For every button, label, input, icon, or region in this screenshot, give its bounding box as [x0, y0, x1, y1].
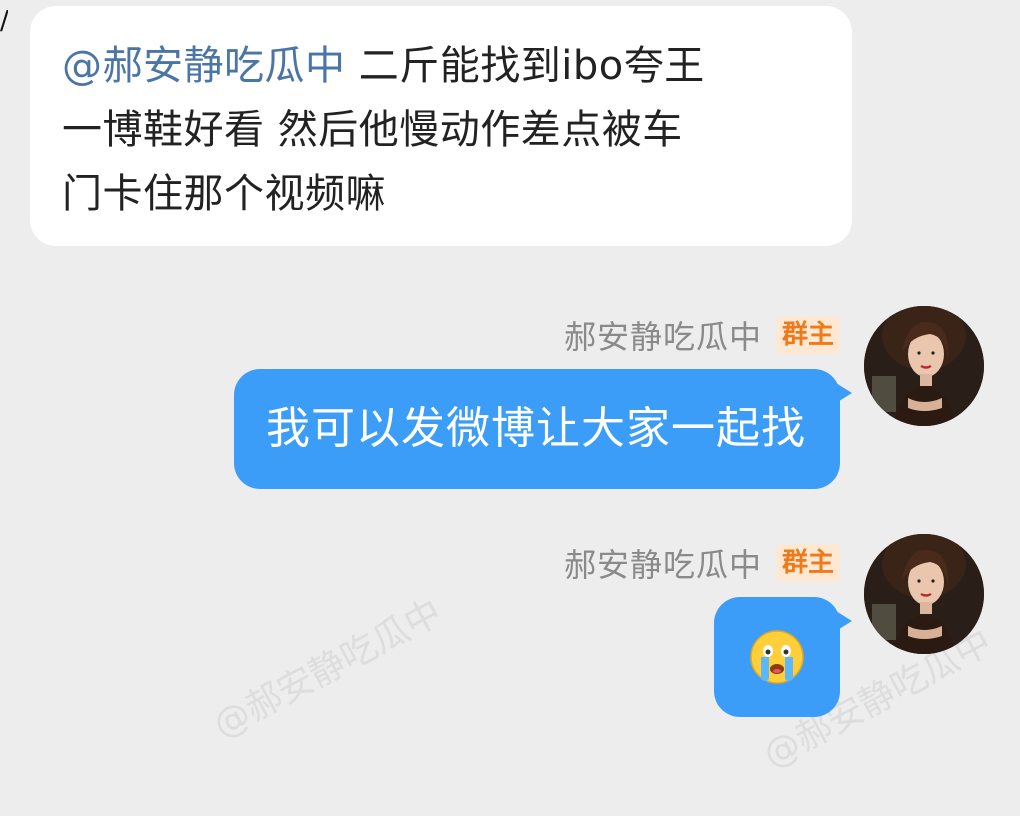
owner-badge: 群主	[775, 544, 840, 582]
mention-link[interactable]: @郝安静吃瓜中	[62, 43, 346, 89]
message-line-1: @郝安静吃瓜中 二斤能找到ibo夸王	[62, 34, 822, 98]
sender-info: 郝安静吃瓜中 群主	[564, 540, 840, 586]
message-text: 我可以发微博让大家一起找	[266, 403, 806, 454]
message-line-3: 门卡住那个视频嘛	[62, 171, 386, 217]
avatar-portrait-icon	[864, 306, 984, 426]
avatar[interactable]	[864, 306, 984, 426]
message-line-2: 一博鞋好看 然后他慢动作差点被车	[62, 107, 683, 153]
chat-area[interactable]: / @郝安静吃瓜中 @郝安静吃瓜中 @郝安静吃瓜中 二斤能找到ibo夸王 一博鞋…	[0, 0, 1020, 816]
cropped-glyph: /	[0, 10, 8, 32]
avatar-portrait-icon	[864, 534, 984, 654]
outgoing-message-bubble[interactable]: 我可以发微博让大家一起找	[234, 369, 852, 489]
watermark: @郝安静吃瓜中	[206, 591, 449, 747]
avatar[interactable]	[864, 534, 984, 654]
crying-face-icon	[750, 630, 804, 684]
outgoing-emoji-bubble[interactable]	[714, 597, 852, 717]
incoming-message-bubble[interactable]: @郝安静吃瓜中 二斤能找到ibo夸王 一博鞋好看 然后他慢动作差点被车 门卡住那…	[30, 6, 852, 246]
owner-badge: 群主	[775, 316, 840, 354]
sender-info: 郝安静吃瓜中 群主	[564, 312, 840, 358]
sender-name: 郝安静吃瓜中	[563, 318, 762, 356]
sender-name: 郝安静吃瓜中	[563, 546, 762, 584]
message-text: 二斤能找到ibo夸王	[345, 43, 705, 89]
